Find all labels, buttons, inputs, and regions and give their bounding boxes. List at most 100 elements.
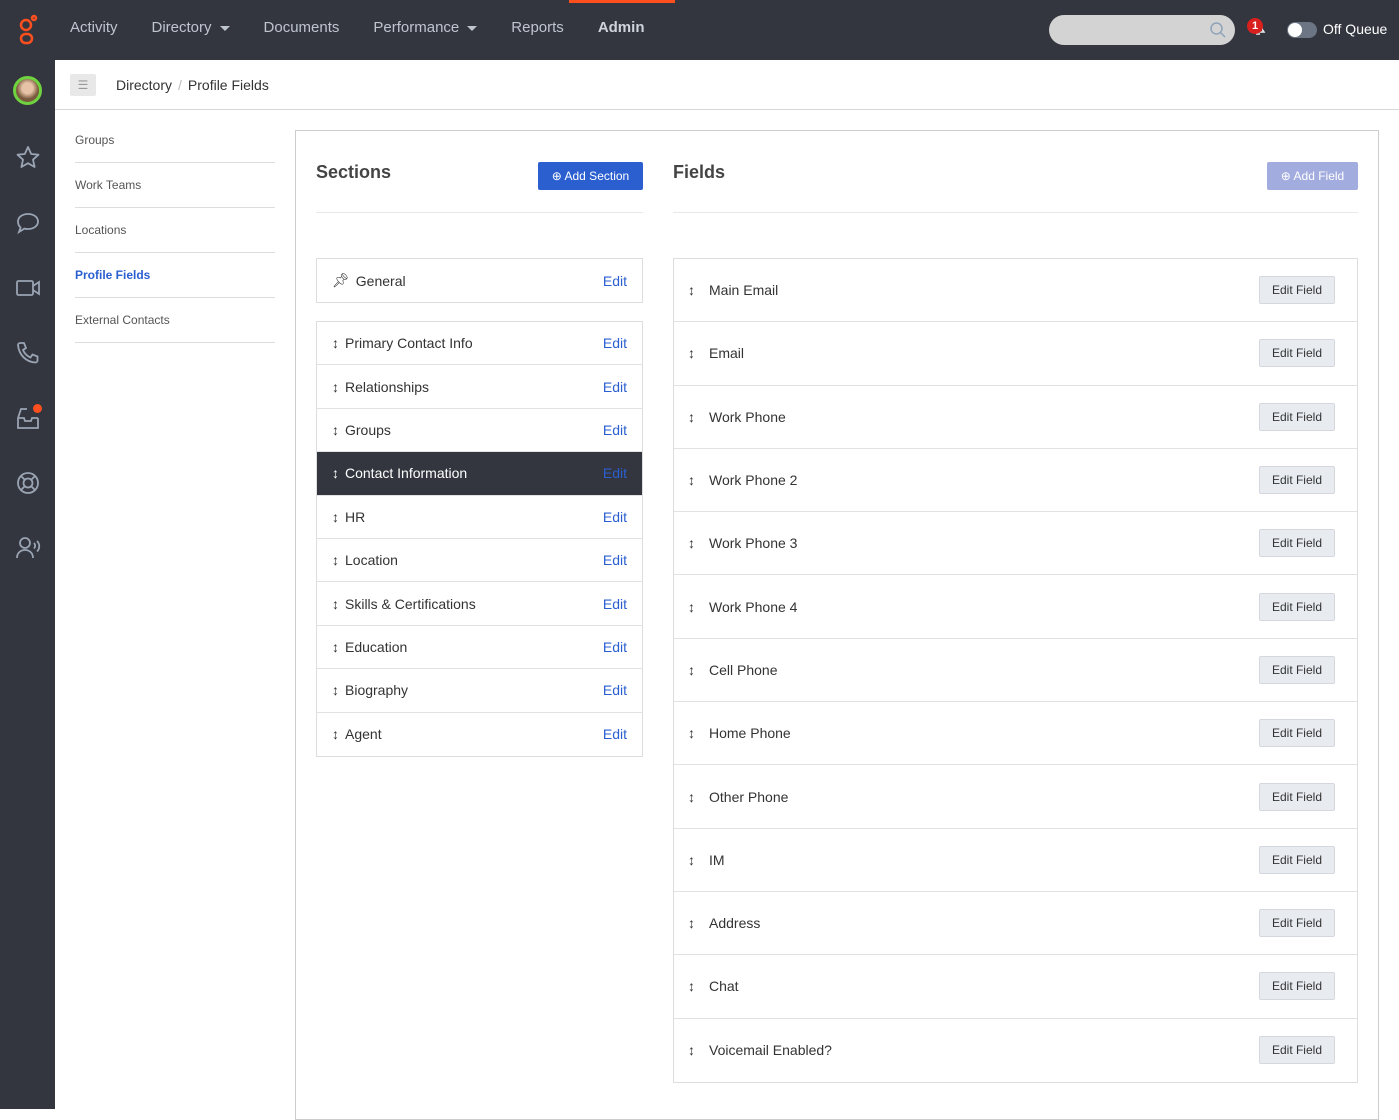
edit-field-button[interactable]: Edit Field bbox=[1258, 339, 1335, 368]
drag-handle-icon[interactable]: ↕ bbox=[332, 552, 339, 568]
sections-list: ↕ Primary Contact Info Edit ↕ Relationships E… bbox=[316, 321, 643, 757]
breadcrumb-directory[interactable]: Directory bbox=[116, 77, 172, 93]
drag-handle-icon[interactable]: ↕ bbox=[332, 379, 339, 395]
nav-label: Activity bbox=[70, 19, 118, 36]
menu-toggle-button[interactable]: ☰ bbox=[70, 74, 96, 96]
breadcrumb-separator: / bbox=[178, 77, 182, 93]
edit-field-button[interactable]: Edit Field bbox=[1258, 402, 1335, 431]
video-icon[interactable] bbox=[14, 274, 42, 302]
edit-link[interactable]: Edit bbox=[603, 682, 627, 698]
section-label: HR bbox=[345, 508, 366, 525]
field-row: ↕ IM Edit Field bbox=[674, 829, 1357, 892]
section-row[interactable]: ↕ Biography Edit bbox=[317, 669, 642, 713]
edit-field-button[interactable]: Edit Field bbox=[1258, 782, 1335, 811]
drag-handle-icon[interactable]: ↕ bbox=[332, 596, 339, 612]
section-row[interactable]: ↕ Groups Edit bbox=[317, 409, 642, 453]
section-row-general[interactable]: 📌︎ General Edit bbox=[317, 259, 642, 302]
edit-link[interactable]: Edit bbox=[603, 509, 627, 525]
section-row[interactable]: ↕ Relationships Edit bbox=[317, 365, 642, 409]
edit-field-button[interactable]: Edit Field bbox=[1258, 655, 1335, 684]
edit-link[interactable]: Edit bbox=[603, 465, 627, 481]
edit-field-button[interactable]: Edit Field bbox=[1258, 972, 1335, 1001]
nav-activity[interactable]: Activity bbox=[53, 0, 135, 60]
genesys-logo-icon[interactable] bbox=[18, 14, 38, 46]
pin-icon: 📌︎ bbox=[332, 272, 350, 288]
drag-handle-icon[interactable]: ↕ bbox=[688, 535, 695, 551]
subnav-item[interactable]: Groups bbox=[75, 118, 275, 163]
section-row[interactable]: ↕ Agent Edit bbox=[317, 713, 642, 756]
nav-label: Documents bbox=[263, 19, 340, 36]
edit-field-button[interactable]: Edit Field bbox=[1258, 529, 1335, 558]
fields-list: ↕ Main Email Edit Field ↕ Email Edit Field ↕ Wo… bbox=[673, 258, 1358, 1083]
edit-link[interactable]: Edit bbox=[603, 726, 627, 742]
section-row[interactable]: ↕ Skills & Certifications Edit bbox=[317, 582, 642, 626]
star-icon[interactable] bbox=[14, 144, 42, 172]
edit-link[interactable]: Edit bbox=[603, 422, 627, 438]
drag-handle-icon[interactable]: ↕ bbox=[688, 662, 695, 678]
drag-handle-icon[interactable]: ↕ bbox=[332, 726, 339, 742]
edit-field-button[interactable]: Edit Field bbox=[1258, 845, 1335, 874]
support-icon[interactable] bbox=[14, 469, 42, 497]
edit-field-button[interactable]: Edit Field bbox=[1258, 592, 1335, 621]
queue-toggle[interactable] bbox=[1287, 22, 1317, 38]
edit-field-button[interactable]: Edit Field bbox=[1258, 909, 1335, 938]
drag-handle-icon[interactable]: ↕ bbox=[688, 725, 695, 741]
nav-performance[interactable]: Performance bbox=[356, 0, 494, 60]
profile-fields-panel: Sections ⊕ Add Section 📌︎ General Edit ↕… bbox=[295, 130, 1379, 1120]
drag-handle-icon[interactable]: ↕ bbox=[688, 282, 695, 298]
section-row[interactable]: ↕ Education Edit bbox=[317, 626, 642, 670]
drag-handle-icon[interactable]: ↕ bbox=[688, 345, 695, 361]
edit-link[interactable]: Edit bbox=[603, 639, 627, 655]
drag-handle-icon[interactable]: ↕ bbox=[332, 509, 339, 525]
subnav-item[interactable]: Profile Fields bbox=[75, 253, 275, 298]
edit-field-button[interactable]: Edit Field bbox=[1258, 1036, 1335, 1065]
chat-icon[interactable] bbox=[14, 209, 42, 237]
subnav-item[interactable]: Work Teams bbox=[75, 163, 275, 208]
nav-documents[interactable]: Documents bbox=[247, 0, 357, 60]
edit-field-button[interactable]: Edit Field bbox=[1258, 466, 1335, 495]
drag-handle-icon[interactable]: ↕ bbox=[688, 915, 695, 931]
add-field-button[interactable]: ⊕ Add Field bbox=[1267, 162, 1358, 190]
section-row[interactable]: ↕ Location Edit bbox=[317, 539, 642, 583]
edit-field-button[interactable]: Edit Field bbox=[1258, 719, 1335, 748]
drag-handle-icon[interactable]: ↕ bbox=[688, 599, 695, 615]
drag-handle-icon[interactable]: ↕ bbox=[688, 409, 695, 425]
edit-link[interactable]: Edit bbox=[603, 273, 627, 289]
drag-handle-icon[interactable]: ↕ bbox=[688, 852, 695, 868]
chevron-down-icon bbox=[467, 25, 478, 31]
avatar[interactable] bbox=[13, 76, 42, 105]
subnav-item[interactable]: Locations bbox=[75, 208, 275, 253]
edit-link[interactable]: Edit bbox=[603, 552, 627, 568]
section-row[interactable]: ↕ HR Edit bbox=[317, 496, 642, 539]
field-row: ↕ Other Phone Edit Field bbox=[674, 765, 1357, 829]
field-label: Home Phone bbox=[709, 725, 791, 742]
field-label: Work Phone 3 bbox=[709, 535, 798, 552]
drag-handle-icon[interactable]: ↕ bbox=[688, 1042, 695, 1058]
nav-label: Directory bbox=[151, 19, 212, 36]
subnav-item[interactable]: External Contacts bbox=[75, 298, 275, 343]
edit-link[interactable]: Edit bbox=[603, 379, 627, 395]
phone-icon[interactable] bbox=[14, 339, 42, 367]
edit-link[interactable]: Edit bbox=[603, 596, 627, 612]
nav-reports[interactable]: Reports bbox=[494, 0, 581, 60]
drag-handle-icon[interactable]: ↕ bbox=[332, 682, 339, 698]
drag-handle-icon[interactable]: ↕ bbox=[332, 639, 339, 655]
nav-directory[interactable]: Directory bbox=[135, 0, 247, 60]
add-section-button[interactable]: ⊕ Add Section bbox=[538, 162, 643, 190]
drag-handle-icon[interactable]: ↕ bbox=[688, 472, 695, 488]
drag-handle-icon[interactable]: ↕ bbox=[688, 789, 695, 805]
agent-voice-icon[interactable] bbox=[14, 534, 42, 562]
section-row[interactable]: ↕ Contact Information Edit bbox=[317, 452, 642, 496]
pinned-section: 📌︎ General Edit bbox=[316, 258, 643, 303]
drag-handle-icon[interactable]: ↕ bbox=[332, 335, 339, 351]
drag-handle-icon[interactable]: ↕ bbox=[332, 422, 339, 438]
section-label: Education bbox=[345, 638, 408, 655]
breadcrumb-current: Profile Fields bbox=[187, 77, 269, 93]
section-row[interactable]: ↕ Primary Contact Info Edit bbox=[317, 322, 642, 366]
drag-handle-icon[interactable]: ↕ bbox=[332, 465, 339, 481]
drag-handle-icon[interactable]: ↕ bbox=[688, 978, 695, 994]
edit-field-button[interactable]: Edit Field bbox=[1258, 276, 1335, 305]
nav-admin[interactable]: Admin bbox=[568, 0, 676, 60]
search-input[interactable] bbox=[1049, 15, 1235, 45]
edit-link[interactable]: Edit bbox=[603, 335, 627, 351]
